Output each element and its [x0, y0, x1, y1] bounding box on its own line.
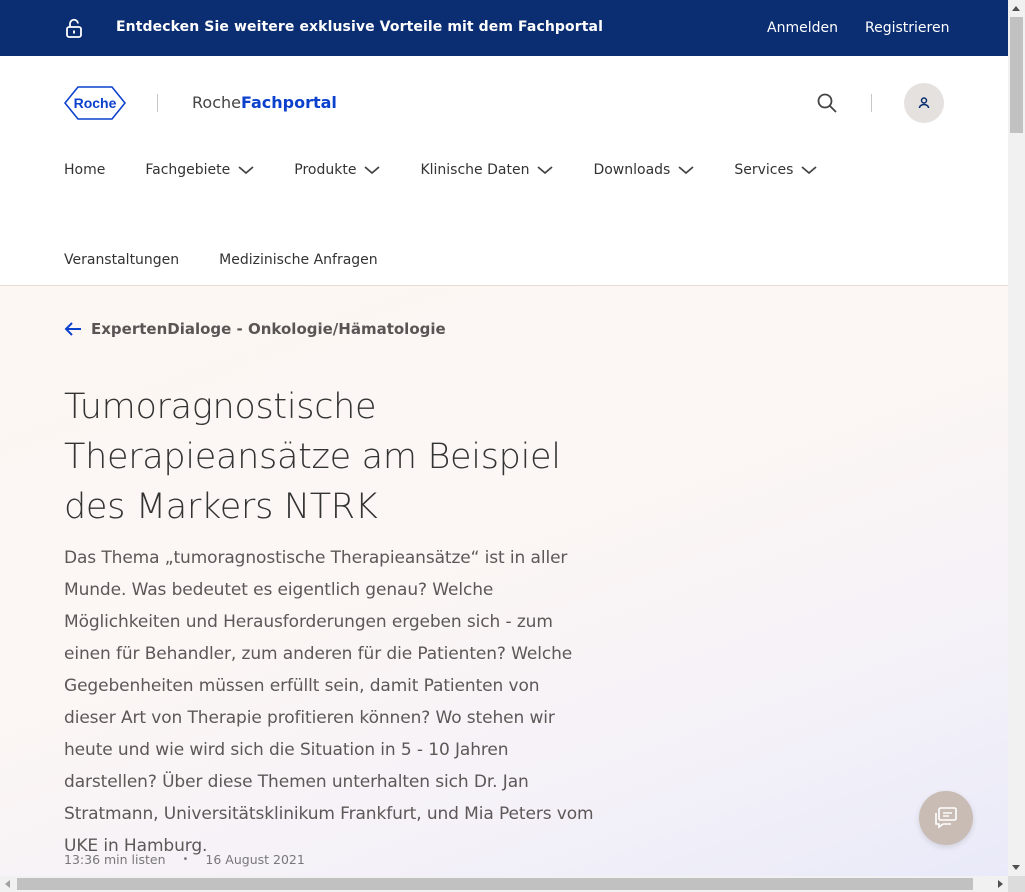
- scroll-left-arrow[interactable]: [5, 880, 10, 888]
- nav-klinische-daten[interactable]: Klinische Daten: [420, 160, 554, 180]
- nav-label: Produkte: [294, 162, 357, 178]
- scrollbar-thumb[interactable]: [17, 878, 973, 890]
- nav-services[interactable]: Services: [734, 160, 817, 180]
- scrollbar-corner: [1008, 876, 1025, 892]
- nav-label: Veranstaltungen: [64, 252, 180, 268]
- chevron-down-icon: [238, 166, 254, 175]
- search-icon[interactable]: [816, 92, 838, 114]
- nav-home[interactable]: Home: [64, 160, 105, 180]
- roche-logo[interactable]: Roche: [64, 86, 126, 120]
- back-link-label: ExpertenDialoge - Onkologie/Hämatologie: [91, 320, 446, 338]
- arrow-left-icon: [64, 322, 81, 336]
- portal-title[interactable]: RocheFachportal: [192, 93, 337, 112]
- chevron-down-icon: [364, 166, 381, 175]
- article-description: Das Thema „tumoragnostische Therapieansä…: [64, 548, 594, 856]
- back-link[interactable]: ExpertenDialoge - Onkologie/Hämatologie: [64, 320, 446, 338]
- nav-downloads[interactable]: Downloads: [593, 160, 694, 180]
- lock-icon: [66, 18, 82, 38]
- chevron-down-icon: [537, 166, 554, 175]
- scroll-down-arrow[interactable]: [1012, 865, 1020, 870]
- nav-fachgebiete[interactable]: Fachgebiete: [145, 160, 254, 180]
- article-title: Tumoragnostische Therapieansätze am Beis…: [64, 387, 561, 527]
- main-nav: Home Fachgebiete Produkte Klinische Date…: [64, 160, 857, 180]
- nav-medizinische-anfragen[interactable]: Medizinische Anfragen: [219, 250, 377, 270]
- nav-label: Services: [734, 162, 794, 178]
- horizontal-scrollbar[interactable]: [0, 876, 1008, 892]
- header-divider: [871, 94, 872, 112]
- secondary-nav: Veranstaltungen Medizinische Anfragen: [64, 250, 418, 270]
- nav-label: Downloads: [593, 162, 671, 178]
- portal-prefix: Roche: [192, 93, 241, 112]
- publish-date: 16 August 2021: [205, 852, 305, 867]
- portal-name: Fachportal: [240, 93, 337, 112]
- nav-label: Fachgebiete: [145, 162, 231, 178]
- meta-separator: •: [182, 854, 189, 865]
- nav-veranstaltungen[interactable]: Veranstaltungen: [64, 250, 179, 270]
- nav-produkte[interactable]: Produkte: [294, 160, 381, 180]
- user-avatar-button[interactable]: [904, 83, 944, 123]
- scroll-right-arrow[interactable]: [998, 880, 1003, 888]
- article-meta: 13:36 min listen • 16 August 2021: [64, 852, 305, 867]
- chat-icon: [935, 807, 957, 829]
- scroll-up-arrow[interactable]: [1012, 6, 1020, 11]
- svg-text:Roche: Roche: [74, 95, 117, 111]
- nav-label: Medizinische Anfragen: [219, 252, 378, 268]
- scrollbar-thumb[interactable]: [1010, 17, 1023, 133]
- register-link[interactable]: Registrieren: [865, 20, 949, 36]
- user-icon: [918, 97, 930, 109]
- promo-text[interactable]: Entdecken Sie weitere exklusive Vorteile…: [116, 19, 603, 35]
- chevron-down-icon: [678, 166, 694, 175]
- top-banner: Entdecken Sie weitere exklusive Vorteile…: [0, 0, 1008, 56]
- nav-label: Klinische Daten: [420, 162, 530, 178]
- nav-label: Home: [64, 162, 106, 178]
- login-link[interactable]: Anmelden: [767, 20, 838, 36]
- listen-duration: 13:36 min listen: [64, 852, 166, 867]
- chevron-down-icon: [801, 166, 817, 175]
- site-header: Roche RocheFachportal Home Fachgebiete P…: [0, 56, 1008, 286]
- article-hero: ExpertenDialoge - Onkologie/Hämatologie …: [0, 286, 1008, 876]
- vertical-scrollbar[interactable]: [1008, 0, 1025, 876]
- header-divider: [157, 94, 158, 112]
- chat-button[interactable]: [919, 791, 973, 845]
